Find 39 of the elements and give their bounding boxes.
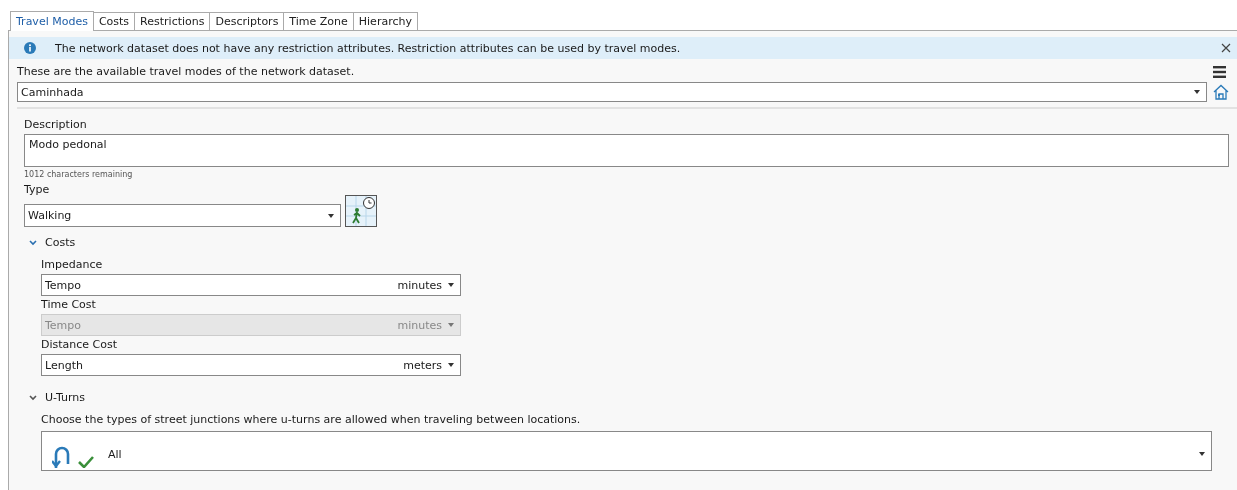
dropdown-arrow-icon <box>1199 452 1205 456</box>
field-label: Time Cost <box>41 298 96 311</box>
field-label: Description <box>24 118 87 131</box>
tab[interactable]: Travel Modes <box>10 11 94 31</box>
u-turn-icon <box>52 444 72 468</box>
dropdown-arrow-icon <box>448 323 454 327</box>
field-label: Distance Cost <box>41 338 118 351</box>
check-icon <box>78 456 94 468</box>
intro-text: These are the available travel modes of the network dataset. <box>17 65 355 78</box>
travel-mode-dropdown[interactable]: Caminhada <box>17 82 1207 102</box>
dropdown-arrow-icon <box>1194 90 1200 94</box>
close-button[interactable] <box>1221 43 1231 53</box>
type-dropdown[interactable]: Walking <box>24 204 341 227</box>
info-message: The network dataset does not have any restriction attributes. Restriction attributes can be used by travel modes. <box>55 41 682 55</box>
tab[interactable]: Hierarchy <box>353 12 418 30</box>
info-icon <box>24 42 36 54</box>
description-field[interactable]: Modo pedonal <box>24 134 1229 167</box>
home-button[interactable] <box>1213 84 1229 100</box>
cost-dropdown[interactable]: Length meters <box>41 354 461 376</box>
tab[interactable]: Descriptors <box>210 12 285 30</box>
tab[interactable]: Costs <box>93 12 136 30</box>
characters-remaining-text: 1012 characters remaining <box>24 170 133 179</box>
field-label: Type <box>24 183 50 196</box>
u-turns-section-header[interactable]: U-Turns <box>24 391 86 404</box>
cost-dropdown[interactable]: Tempo minutes <box>41 274 461 296</box>
costs-section-header[interactable]: Costs <box>24 236 76 249</box>
menu-button[interactable] <box>1213 65 1226 78</box>
field-label: Impedance <box>41 258 103 271</box>
u-turns-hint: Choose the types of street junctions where u-turns are allowed when traveling between locations. <box>41 413 581 426</box>
u-turn-dropdown[interactable]: All <box>41 431 1212 471</box>
tab[interactable]: Restrictions <box>135 12 211 30</box>
menu-icon <box>1213 65 1226 78</box>
dropdown-arrow-icon <box>448 283 454 287</box>
dropdown-arrow-icon <box>448 363 454 367</box>
close-icon <box>1221 43 1231 53</box>
home-icon <box>1213 84 1229 100</box>
dropdown-arrow-icon <box>328 213 334 218</box>
tab[interactable]: Time Zone <box>284 12 354 30</box>
walking-time-icon <box>345 195 377 227</box>
